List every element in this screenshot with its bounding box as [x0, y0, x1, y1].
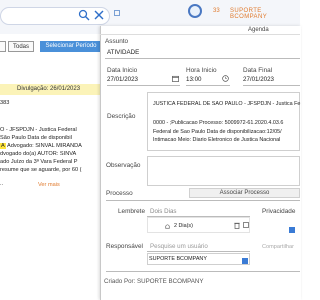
- compartilhar-checkbox[interactable]: [242, 258, 248, 264]
- card-line: O - JFSPDJN - Justica Federal: [0, 127, 77, 133]
- processo-underline: [106, 200, 300, 201]
- card-line-highlight: A Advogado: SINVAL MIRANDA: [0, 143, 82, 149]
- search-icon[interactable]: [78, 9, 90, 21]
- compartilhar-label: Compartilhar: [262, 244, 295, 250]
- descricao-line: JUSTICA FEDERAL DE SAO PAULO - JFSPDJN -…: [153, 101, 301, 107]
- notification-count: 33: [213, 8, 220, 14]
- responsavel-underline: [147, 251, 250, 252]
- data-final-label: Data Final: [243, 67, 273, 74]
- data-inicio-label: Data Inicio: [107, 67, 138, 74]
- descricao-label: Descrição: [107, 113, 136, 120]
- clock-icon[interactable]: [222, 75, 229, 82]
- bell-icon: [165, 224, 170, 229]
- publication-date: Divulgação: 26/01/2023: [17, 86, 81, 92]
- privacidade-label: Privacidade: [262, 208, 296, 215]
- footer-divider: [106, 271, 300, 272]
- card-line: 383: [0, 100, 10, 106]
- title-divider: [100, 34, 300, 35]
- lembrete-select[interactable]: Dois Dias: [150, 208, 176, 215]
- descricao-line: Federal de Sao Paulo Data de disponibili…: [153, 129, 282, 135]
- assunto-field[interactable]: ATIVIDADE: [107, 49, 139, 56]
- privacidade-checkbox[interactable]: [289, 227, 295, 233]
- hora-inicio-field[interactable]: 13:00: [186, 76, 201, 83]
- card-line: ..: [0, 181, 4, 187]
- select-period-button[interactable]: Selecionar Período: [40, 41, 102, 52]
- card-line: ado Juízo da 3ª Vara Federal P: [0, 159, 78, 165]
- filter-prev-button[interactable]: [0, 41, 6, 52]
- processo-label: Processo: [106, 190, 133, 197]
- modal-title: Agenda: [248, 27, 269, 33]
- card-line: dvogado do(a) AUTOR: SINVA: [0, 151, 77, 157]
- associar-processo-button[interactable]: Associar Processo: [189, 188, 300, 198]
- data-final-field[interactable]: 27/01/2023: [243, 76, 274, 83]
- assunto-underline: [105, 58, 300, 59]
- menu-square-icon[interactable]: [114, 10, 120, 16]
- data-inicio-field[interactable]: 27/01/2023: [107, 76, 138, 83]
- hora-inicio-label: Hora Inicio: [186, 67, 217, 74]
- todas-button[interactable]: Todas: [8, 41, 34, 52]
- assunto-label: Assunto: [105, 38, 129, 45]
- card-line: São Paulo Data de disponibil: [0, 135, 72, 141]
- trash-icon[interactable]: [234, 222, 240, 229]
- lembrete-entry: 2 Dia(s): [174, 223, 193, 229]
- data-inicio-underline: [107, 85, 180, 86]
- responsavel-search[interactable]: Pesquise um usuário: [150, 243, 208, 250]
- observacao-label: Observação: [106, 162, 141, 169]
- close-icon[interactable]: [93, 9, 105, 21]
- ver-mais-link[interactable]: Ver mais: [38, 182, 60, 188]
- company-name: SUPORTE BCOMPANY: [230, 8, 268, 20]
- data-final-underline: [243, 85, 300, 86]
- responsavel-entry: SUPORTE BCOMPANY: [149, 256, 207, 262]
- criado-por: Criado Por: SUPORTE BCOMPANY: [104, 278, 204, 285]
- calendar-icon[interactable]: [172, 75, 179, 82]
- descricao-line: 0000 - ;Publicacao Processo: 5009972-61.…: [153, 120, 284, 126]
- observacao-textarea[interactable]: [147, 156, 300, 186]
- square-icon[interactable]: [243, 222, 249, 228]
- lembrete-label: Lembrete: [118, 208, 145, 215]
- descricao-line: Intimacao Meio: Diario Eletronico de Jus…: [153, 137, 281, 143]
- hora-inicio-underline: [186, 85, 230, 86]
- card-line: Advogado: SINVAL MIRANDA: [6, 143, 82, 149]
- company-logo-icon: [188, 4, 202, 18]
- highlight-mark: A: [0, 143, 6, 149]
- responsavel-label: Responsável: [106, 243, 143, 250]
- card-line: resume que se aguarde, por 60 (: [0, 167, 82, 173]
